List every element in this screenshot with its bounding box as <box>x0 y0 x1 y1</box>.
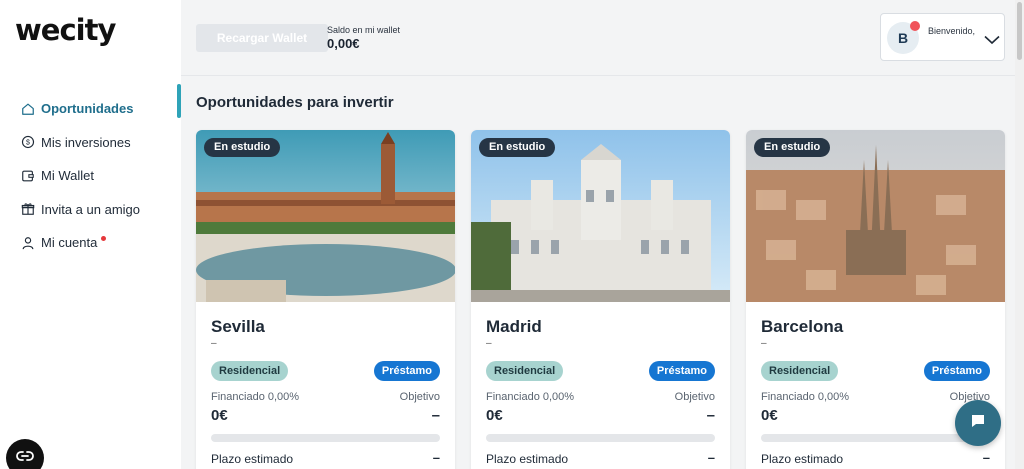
card-subtitle: – <box>211 338 217 349</box>
scrollbar-track[interactable] <box>1015 0 1024 469</box>
sidebar-item-label: Mi Wallet <box>41 168 94 184</box>
recargar-wallet-button[interactable]: Recargar Wallet <box>196 24 328 52</box>
notification-dot <box>101 236 107 242</box>
term-label: Plazo estimado <box>761 452 844 466</box>
cookie-settings-button[interactable] <box>6 439 44 469</box>
card-city: Madrid <box>486 317 542 336</box>
card-subtitle: – <box>761 338 767 349</box>
status-badge: En estudio <box>204 138 281 157</box>
card-subtitle: – <box>486 338 492 349</box>
status-badge: En estudio <box>754 138 831 157</box>
sidebar-item-mi-wallet[interactable]: Mi Wallet <box>21 159 140 193</box>
term-value: – <box>707 450 715 465</box>
tag-residencial: Residencial <box>211 361 289 381</box>
financed-label: Financiado 0,00% <box>211 391 300 403</box>
wecity-logo[interactable]: wecity <box>15 13 116 47</box>
sidebar-item-invita[interactable]: Invita a un amigo <box>21 193 140 227</box>
sidebar-item-label: Mi cuenta <box>41 235 98 251</box>
progress-bar <box>761 434 990 442</box>
top-header: Recargar Wallet Saldo en mi wallet 0,00€… <box>181 0 1024 76</box>
saldo-label: Saldo en mi wallet <box>327 25 401 35</box>
tag-prestamo: Préstamo <box>648 361 715 381</box>
card-city: Barcelona <box>761 317 844 336</box>
objective-value: – <box>706 407 715 424</box>
saldo-value: 0,00€ <box>327 36 360 51</box>
gift-icon <box>21 202 35 216</box>
sidebar-item-mi-cuenta[interactable]: Mi cuenta <box>21 226 140 260</box>
opportunity-card-madrid[interactable]: En estudio Madrid – Residencial Préstamo… <box>471 130 730 469</box>
chat-icon <box>969 412 987 435</box>
notification-dot <box>910 21 920 31</box>
scrollbar-thumb[interactable] <box>1017 2 1022 60</box>
home-icon <box>21 102 35 116</box>
tag-residencial: Residencial <box>761 361 839 381</box>
objective-label: Objetivo <box>674 391 715 403</box>
card-city: Sevilla <box>211 317 265 336</box>
opportunity-card-sevilla[interactable]: En estudio Sevilla – Residencial Préstam… <box>196 130 455 469</box>
status-badge: En estudio <box>479 138 556 157</box>
cookie-settings-icon <box>16 449 34 467</box>
sidebar-item-oportunidades[interactable]: Oportunidades <box>21 92 140 126</box>
sidebar-item-mis-inversiones[interactable]: $ Mis inversiones <box>21 126 140 160</box>
sidebar-item-label: Invita a un amigo <box>41 201 141 217</box>
financed-value: 0€ <box>211 407 228 424</box>
user-icon <box>21 236 35 250</box>
progress-bar <box>486 434 715 442</box>
tag-prestamo: Préstamo <box>373 361 440 381</box>
coin-icon: $ <box>21 135 35 149</box>
financed-value: 0€ <box>761 407 778 424</box>
term-value: – <box>432 450 440 465</box>
chevron-down-icon[interactable] <box>984 32 1000 45</box>
term-label: Plazo estimado <box>486 452 569 466</box>
page-title: Oportunidades para invertir <box>196 94 394 111</box>
welcome-text: Bienvenido, <box>928 26 976 36</box>
chat-button[interactable] <box>955 400 1001 446</box>
term-value: – <box>982 450 990 465</box>
financed-label: Financiado 0,00% <box>486 391 575 403</box>
wallet-icon <box>21 169 35 183</box>
objective-value: – <box>431 407 440 424</box>
progress-bar <box>211 434 440 442</box>
sidebar: wecity Oportunidades $ Mis inversiones M… <box>0 0 181 469</box>
financed-value: 0€ <box>486 407 503 424</box>
sidebar-item-label: Mis inversiones <box>41 134 131 150</box>
sidebar-nav: Oportunidades $ Mis inversiones Mi Walle… <box>21 92 140 260</box>
tag-residencial: Residencial <box>486 361 564 381</box>
sidebar-item-label: Oportunidades <box>41 101 134 117</box>
term-label: Plazo estimado <box>211 452 294 466</box>
svg-text:$: $ <box>26 140 30 147</box>
objective-label: Objetivo <box>399 391 440 403</box>
user-menu[interactable]: B Bienvenido, <box>880 13 1005 61</box>
active-indicator <box>177 84 181 118</box>
financed-label: Financiado 0,00% <box>761 391 850 403</box>
tag-prestamo: Préstamo <box>923 361 990 381</box>
